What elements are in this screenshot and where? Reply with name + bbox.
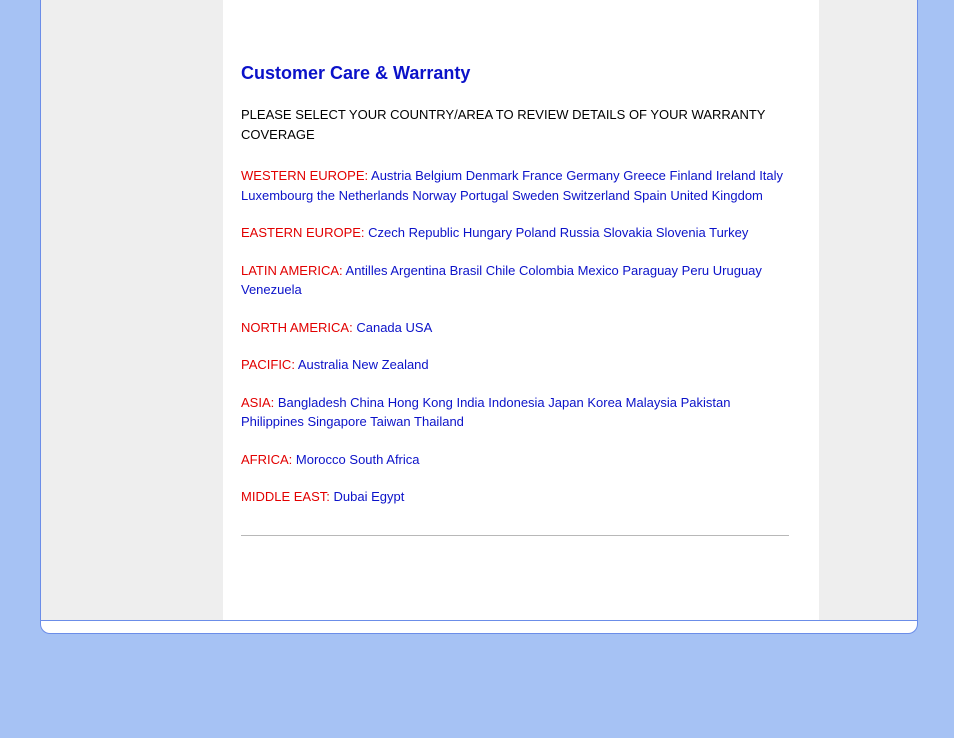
content-divider bbox=[241, 535, 789, 536]
country-link[interactable]: Malaysia bbox=[626, 395, 677, 410]
country-link[interactable]: Peru bbox=[682, 263, 709, 278]
country-link[interactable]: Germany bbox=[566, 168, 619, 183]
country-link[interactable]: Luxembourg bbox=[241, 188, 313, 203]
country-link[interactable]: Egypt bbox=[371, 489, 404, 504]
left-sidebar bbox=[41, 0, 223, 620]
country-link[interactable]: Turkey bbox=[709, 225, 748, 240]
country-link[interactable]: Slovenia bbox=[656, 225, 706, 240]
country-link[interactable]: Finland bbox=[670, 168, 713, 183]
country-link[interactable]: Czech Republic bbox=[368, 225, 459, 240]
country-link[interactable]: Argentina bbox=[390, 263, 446, 278]
country-link[interactable]: Paraguay bbox=[622, 263, 678, 278]
region-label: MIDDLE EAST: bbox=[241, 489, 330, 504]
country-link[interactable]: Chile bbox=[486, 263, 516, 278]
region-label: EASTERN EUROPE: bbox=[241, 225, 365, 240]
country-link[interactable]: Antilles bbox=[346, 263, 388, 278]
region-block: ASIA: Bangladesh China Hong Kong India I… bbox=[241, 393, 789, 432]
country-link[interactable]: Spain bbox=[634, 188, 667, 203]
country-link[interactable]: Pakistan bbox=[681, 395, 731, 410]
country-link[interactable]: Russia bbox=[560, 225, 600, 240]
country-link[interactable]: China bbox=[350, 395, 384, 410]
footer-divider bbox=[41, 620, 917, 621]
main-content: Customer Care & Warranty PLEASE SELECT Y… bbox=[241, 60, 789, 542]
country-link[interactable]: Denmark bbox=[466, 168, 519, 183]
region-label: LATIN AMERICA: bbox=[241, 263, 343, 278]
country-link[interactable]: Brasil bbox=[450, 263, 483, 278]
country-link[interactable]: Singapore bbox=[308, 414, 367, 429]
region-label: PACIFIC: bbox=[241, 357, 295, 372]
country-link[interactable]: Sweden bbox=[512, 188, 559, 203]
country-link[interactable]: Mexico bbox=[578, 263, 619, 278]
country-link[interactable]: Hungary bbox=[463, 225, 512, 240]
right-sidebar bbox=[819, 0, 917, 620]
country-link[interactable]: Venezuela bbox=[241, 282, 302, 297]
region-label: NORTH AMERICA: bbox=[241, 320, 353, 335]
country-link[interactable]: Greece bbox=[623, 168, 666, 183]
country-link[interactable]: Korea bbox=[587, 395, 622, 410]
country-link[interactable]: Taiwan bbox=[370, 414, 410, 429]
country-link[interactable]: Australia bbox=[298, 357, 349, 372]
country-link[interactable]: Japan bbox=[548, 395, 583, 410]
country-link[interactable]: the Netherlands bbox=[317, 188, 409, 203]
region-block: PACIFIC: Australia New Zealand bbox=[241, 355, 789, 375]
region-block: NORTH AMERICA: Canada USA bbox=[241, 318, 789, 338]
country-link[interactable]: France bbox=[522, 168, 562, 183]
country-link[interactable]: Indonesia bbox=[488, 395, 544, 410]
region-block: MIDDLE EAST: Dubai Egypt bbox=[241, 487, 789, 507]
region-label: AFRICA: bbox=[241, 452, 292, 467]
country-link[interactable]: Ireland bbox=[716, 168, 756, 183]
country-link[interactable]: New Zealand bbox=[352, 357, 429, 372]
country-link[interactable]: Poland bbox=[516, 225, 556, 240]
regions-container: WESTERN EUROPE: Austria Belgium Denmark … bbox=[241, 166, 789, 507]
country-link[interactable]: Slovakia bbox=[603, 225, 652, 240]
page-title: Customer Care & Warranty bbox=[241, 60, 789, 87]
region-block: AFRICA: Morocco South Africa bbox=[241, 450, 789, 470]
country-link[interactable]: Uruguay bbox=[713, 263, 762, 278]
country-link[interactable]: Austria bbox=[371, 168, 411, 183]
country-link[interactable]: USA bbox=[406, 320, 433, 335]
country-link[interactable]: Colombia bbox=[519, 263, 574, 278]
page-card: Customer Care & Warranty PLEASE SELECT Y… bbox=[40, 0, 918, 634]
country-link[interactable]: Switzerland bbox=[563, 188, 630, 203]
country-link[interactable]: Thailand bbox=[414, 414, 464, 429]
region-block: WESTERN EUROPE: Austria Belgium Denmark … bbox=[241, 166, 789, 205]
region-label: ASIA: bbox=[241, 395, 274, 410]
country-link[interactable]: Portugal bbox=[460, 188, 508, 203]
country-link[interactable]: Belgium bbox=[415, 168, 462, 183]
country-link[interactable]: Canada bbox=[356, 320, 402, 335]
country-link[interactable]: Morocco bbox=[296, 452, 346, 467]
region-block: LATIN AMERICA: Antilles Argentina Brasil… bbox=[241, 261, 789, 300]
country-link[interactable]: Philippines bbox=[241, 414, 304, 429]
country-link[interactable]: South Africa bbox=[349, 452, 419, 467]
region-block: EASTERN EUROPE: Czech Republic Hungary P… bbox=[241, 223, 789, 243]
country-link[interactable]: Dubai bbox=[333, 489, 367, 504]
region-label: WESTERN EUROPE: bbox=[241, 168, 368, 183]
country-link[interactable]: Norway bbox=[412, 188, 456, 203]
country-link[interactable]: Bangladesh bbox=[278, 395, 347, 410]
country-link[interactable]: Italy bbox=[759, 168, 783, 183]
country-link[interactable]: United Kingdom bbox=[670, 188, 763, 203]
instructions-text: PLEASE SELECT YOUR COUNTRY/AREA TO REVIE… bbox=[241, 105, 789, 144]
country-link[interactable]: Hong Kong bbox=[388, 395, 453, 410]
country-link[interactable]: India bbox=[456, 395, 484, 410]
